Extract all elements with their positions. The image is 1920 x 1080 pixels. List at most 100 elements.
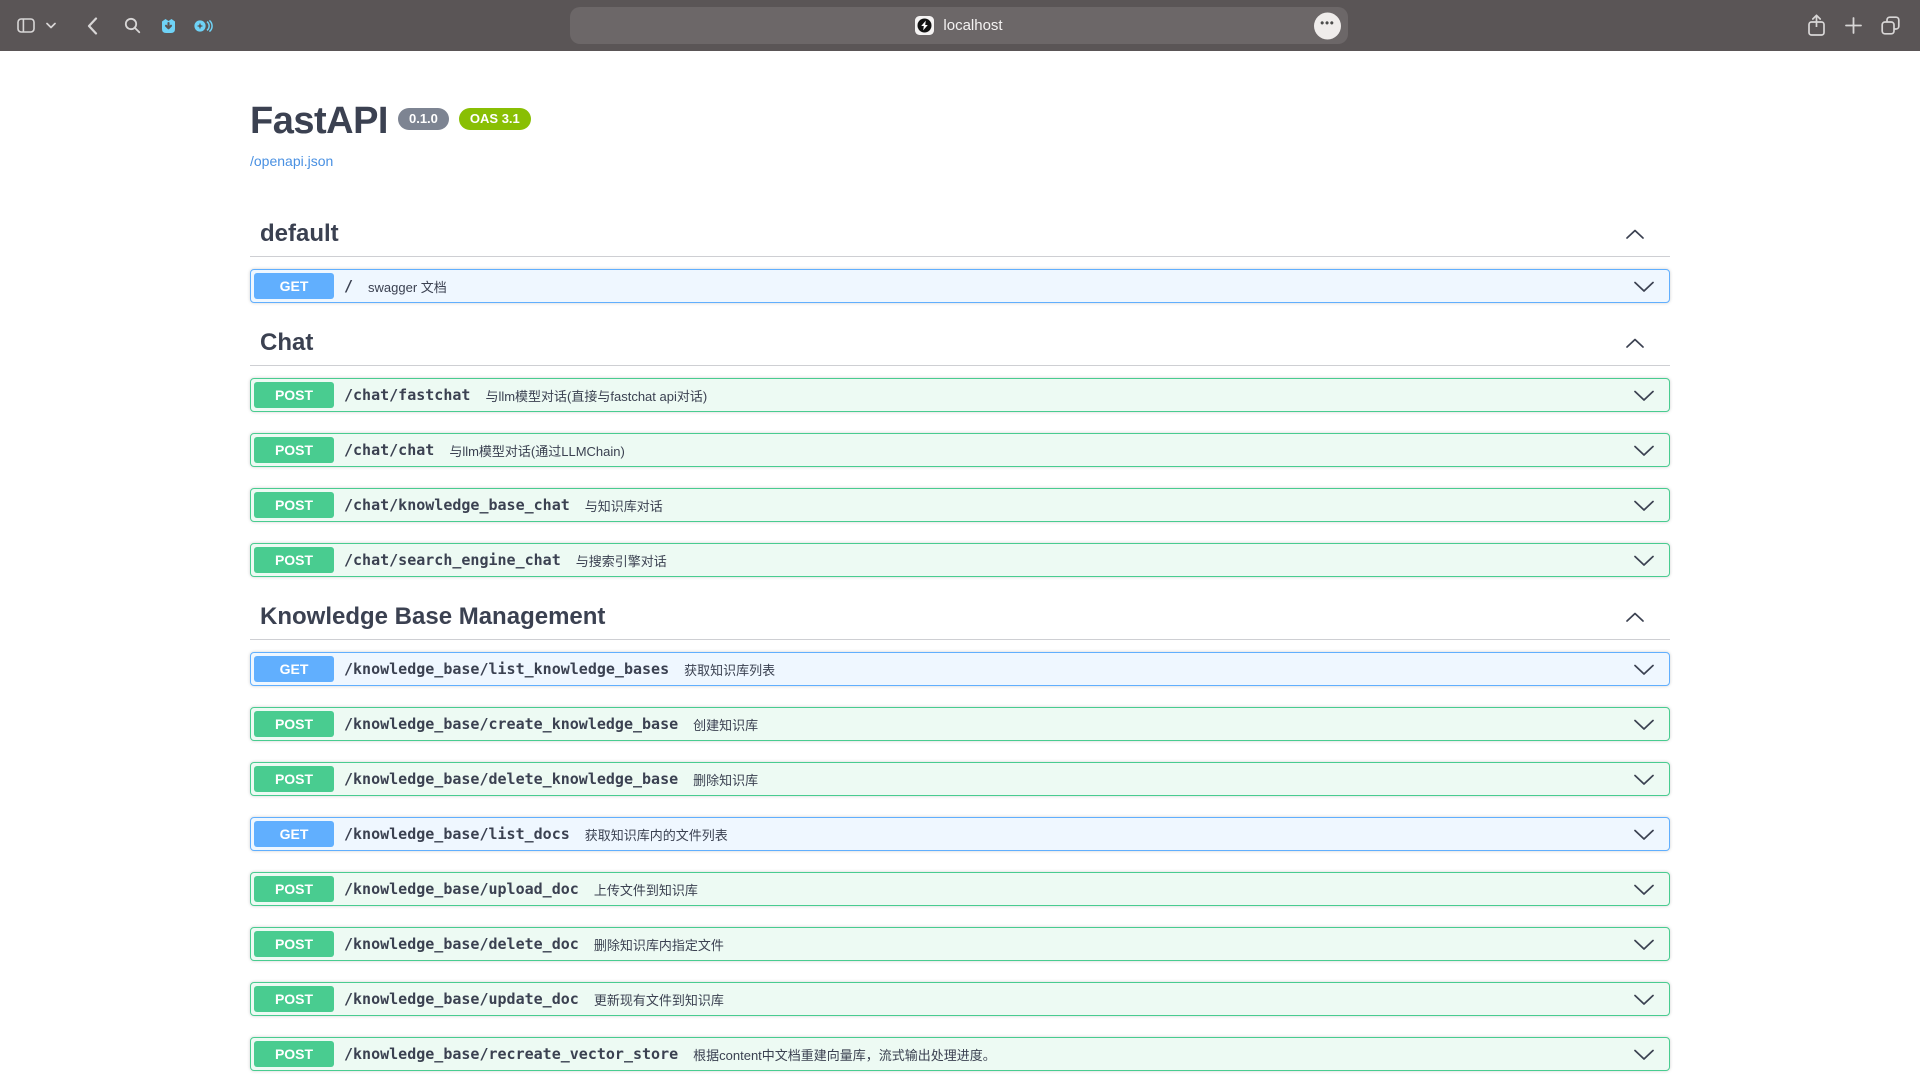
operation-row[interactable]: POST /knowledge_base/delete_knowledge_ba… xyxy=(250,762,1670,796)
method-badge: POST xyxy=(254,382,334,408)
toolbar-left-group xyxy=(16,0,216,51)
operation-summary: 上传文件到知识库 xyxy=(594,880,698,899)
chevron-down-icon xyxy=(1633,883,1655,896)
operation-path: /chat/search_engine_chat xyxy=(344,551,561,569)
operation-expand-button[interactable] xyxy=(1633,773,1655,786)
operation-expand-button[interactable] xyxy=(1633,993,1655,1006)
operation-expand-button[interactable] xyxy=(1633,444,1655,457)
operation-summary: 根据content中文档重建向量库，流式输出处理进度。 xyxy=(693,1045,996,1064)
chevron-down-icon xyxy=(1633,280,1655,293)
operation-row[interactable]: POST /knowledge_base/create_knowledge_ba… xyxy=(250,707,1670,741)
downloads-extension-icon[interactable] xyxy=(156,18,180,34)
operation-expand-button[interactable] xyxy=(1633,554,1655,567)
operation-row[interactable]: POST /knowledge_base/update_doc 更新现有文件到知… xyxy=(250,982,1670,1016)
operation-summary: 与llm模型对话(通过LLMChain) xyxy=(449,441,625,460)
operation-expand-button[interactable] xyxy=(1633,938,1655,951)
extensions-more-button[interactable]: ••• xyxy=(1314,12,1341,39)
method-badge: POST xyxy=(254,986,334,1012)
tag-header[interactable]: default xyxy=(250,215,1670,257)
chevron-down-icon xyxy=(1633,938,1655,951)
operation-path: /chat/chat xyxy=(344,441,434,459)
section-collapse-button[interactable] xyxy=(1625,337,1645,349)
method-badge: POST xyxy=(254,711,334,737)
ellipsis-icon: ••• xyxy=(1320,19,1335,30)
operation-row[interactable]: POST /knowledge_base/delete_doc 删除知识库内指定… xyxy=(250,927,1670,961)
broadcast-extension-icon[interactable] xyxy=(190,18,216,34)
operation-path: /chat/fastchat xyxy=(344,386,470,404)
section-collapse-button[interactable] xyxy=(1625,611,1645,623)
operation-row[interactable]: POST /chat/search_engine_chat 与搜索引擎对话 xyxy=(250,543,1670,577)
section-collapse-button[interactable] xyxy=(1625,228,1645,240)
operation-expand-button[interactable] xyxy=(1633,499,1655,512)
chevron-down-icon xyxy=(1633,499,1655,512)
operation-row[interactable]: POST /knowledge_base/recreate_vector_sto… xyxy=(250,1037,1670,1071)
operation-expand-button[interactable] xyxy=(1633,663,1655,676)
operation-path: /knowledge_base/upload_doc xyxy=(344,880,579,898)
section-heading: Chat xyxy=(260,329,313,357)
operation-summary: 与搜索引擎对话 xyxy=(576,551,667,570)
operation-path: /knowledge_base/delete_doc xyxy=(344,935,579,953)
tag-section: default GET / swagger 文档 xyxy=(250,215,1670,303)
method-badge: GET xyxy=(254,273,334,299)
method-badge: POST xyxy=(254,766,334,792)
search-icon[interactable] xyxy=(120,17,144,34)
operations: POST /chat/fastchat 与llm模型对话(直接与fastchat… xyxy=(250,366,1670,577)
operation-row[interactable]: POST /chat/fastchat 与llm模型对话(直接与fastchat… xyxy=(250,378,1670,412)
operation-path: / xyxy=(344,277,353,295)
method-badge: POST xyxy=(254,437,334,463)
operation-summary: 更新现有文件到知识库 xyxy=(594,990,724,1009)
operation-path: /chat/knowledge_base_chat xyxy=(344,496,570,514)
method-badge: POST xyxy=(254,876,334,902)
operations: GET / swagger 文档 xyxy=(250,257,1670,303)
chevron-down-icon xyxy=(1633,773,1655,786)
method-badge: POST xyxy=(254,1041,334,1067)
operation-path: /knowledge_base/list_knowledge_bases xyxy=(344,660,669,678)
section-heading: Knowledge Base Management xyxy=(260,603,605,631)
operation-row[interactable]: GET /knowledge_base/list_docs 获取知识库内的文件列… xyxy=(250,817,1670,851)
share-icon[interactable] xyxy=(1806,14,1826,37)
operation-expand-button[interactable] xyxy=(1633,883,1655,896)
toolbar-right-group xyxy=(1806,0,1901,51)
operation-expand-button[interactable] xyxy=(1633,389,1655,402)
version-badge: 0.1.0 xyxy=(398,108,449,130)
chevron-down-icon xyxy=(1633,389,1655,402)
chevron-down-icon xyxy=(1633,718,1655,731)
tab-overview-icon[interactable] xyxy=(1879,16,1901,35)
new-tab-icon[interactable] xyxy=(1843,17,1863,34)
operation-expand-button[interactable] xyxy=(1633,280,1655,293)
operation-summary: 删除知识库 xyxy=(693,770,758,789)
tag-header[interactable]: Knowledge Base Management xyxy=(250,598,1670,640)
operation-path: /knowledge_base/list_docs xyxy=(344,825,570,843)
method-badge: POST xyxy=(254,492,334,518)
back-icon[interactable] xyxy=(80,17,104,35)
sidebar-toggle-icon[interactable] xyxy=(16,18,36,33)
method-badge: POST xyxy=(254,547,334,573)
tag-section: Chat POST /chat/fastchat 与llm模型对话(直接与fas… xyxy=(250,324,1670,577)
chevron-down-icon xyxy=(1633,444,1655,457)
swagger-page: FastAPI 0.1.0 OAS 3.1 /openapi.json defa… xyxy=(0,100,1920,1071)
operation-expand-button[interactable] xyxy=(1633,1048,1655,1061)
tab-group-chevron-icon[interactable] xyxy=(40,22,62,29)
method-badge: POST xyxy=(254,931,334,957)
tag-header[interactable]: Chat xyxy=(250,324,1670,366)
openapi-spec-link[interactable]: /openapi.json xyxy=(250,151,333,171)
operation-expand-button[interactable] xyxy=(1633,718,1655,731)
page-title: FastAPI xyxy=(250,100,388,142)
operation-expand-button[interactable] xyxy=(1633,828,1655,841)
browser-chrome: localhost ••• xyxy=(0,0,1920,51)
chevron-up-icon xyxy=(1625,337,1645,349)
operation-path: /knowledge_base/delete_knowledge_base xyxy=(344,770,678,788)
operation-summary: 与知识库对话 xyxy=(585,496,663,515)
url-text: localhost xyxy=(943,17,1002,34)
chevron-down-icon xyxy=(1633,993,1655,1006)
operation-row[interactable]: POST /chat/knowledge_base_chat 与知识库对话 xyxy=(250,488,1670,522)
operation-row[interactable]: GET /knowledge_base/list_knowledge_bases… xyxy=(250,652,1670,686)
api-sections: default GET / swagger 文档 Chat xyxy=(250,215,1670,1071)
url-bar[interactable]: localhost ••• xyxy=(570,7,1348,44)
api-info: FastAPI 0.1.0 OAS 3.1 /openapi.json xyxy=(250,100,1670,171)
operation-row[interactable]: POST /knowledge_base/upload_doc 上传文件到知识库 xyxy=(250,872,1670,906)
operation-summary: 获取知识库内的文件列表 xyxy=(585,825,728,844)
operation-summary: 删除知识库内指定文件 xyxy=(594,935,724,954)
operation-row[interactable]: GET / swagger 文档 xyxy=(250,269,1670,303)
operation-row[interactable]: POST /chat/chat 与llm模型对话(通过LLMChain) xyxy=(250,433,1670,467)
